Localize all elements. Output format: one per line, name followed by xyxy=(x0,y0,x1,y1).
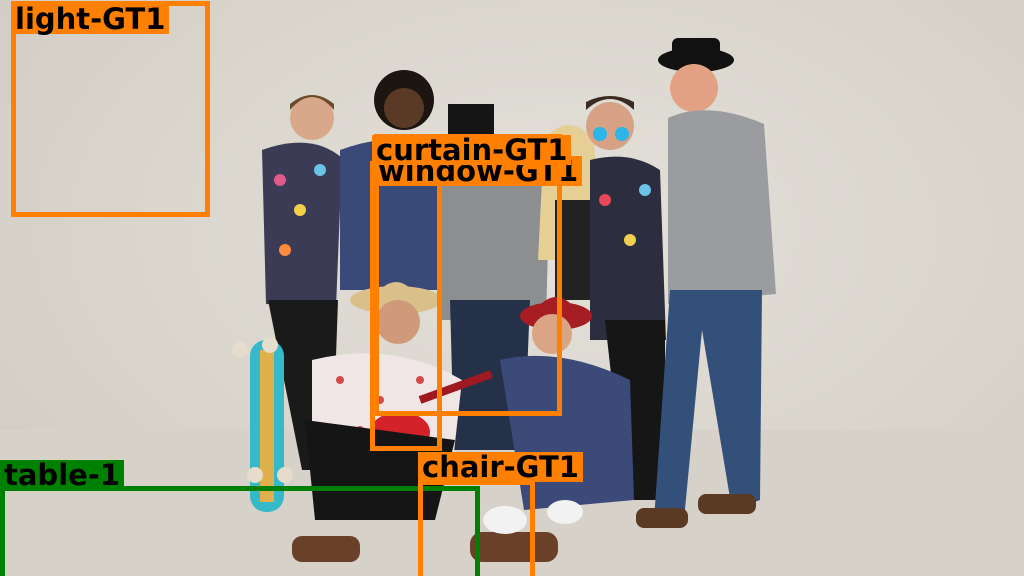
chair-label: chair-GT1 xyxy=(418,452,583,482)
table-label: table-1 xyxy=(0,460,125,490)
chair-bounding-box xyxy=(418,480,535,576)
light-label: light-GT1 xyxy=(11,4,170,34)
photo-canvas: light-GT1 window-GT1 curtain-GT1 table-1… xyxy=(0,0,1024,576)
curtain-label: curtain-GT1 xyxy=(372,135,572,165)
table-bounding-box xyxy=(0,486,480,576)
